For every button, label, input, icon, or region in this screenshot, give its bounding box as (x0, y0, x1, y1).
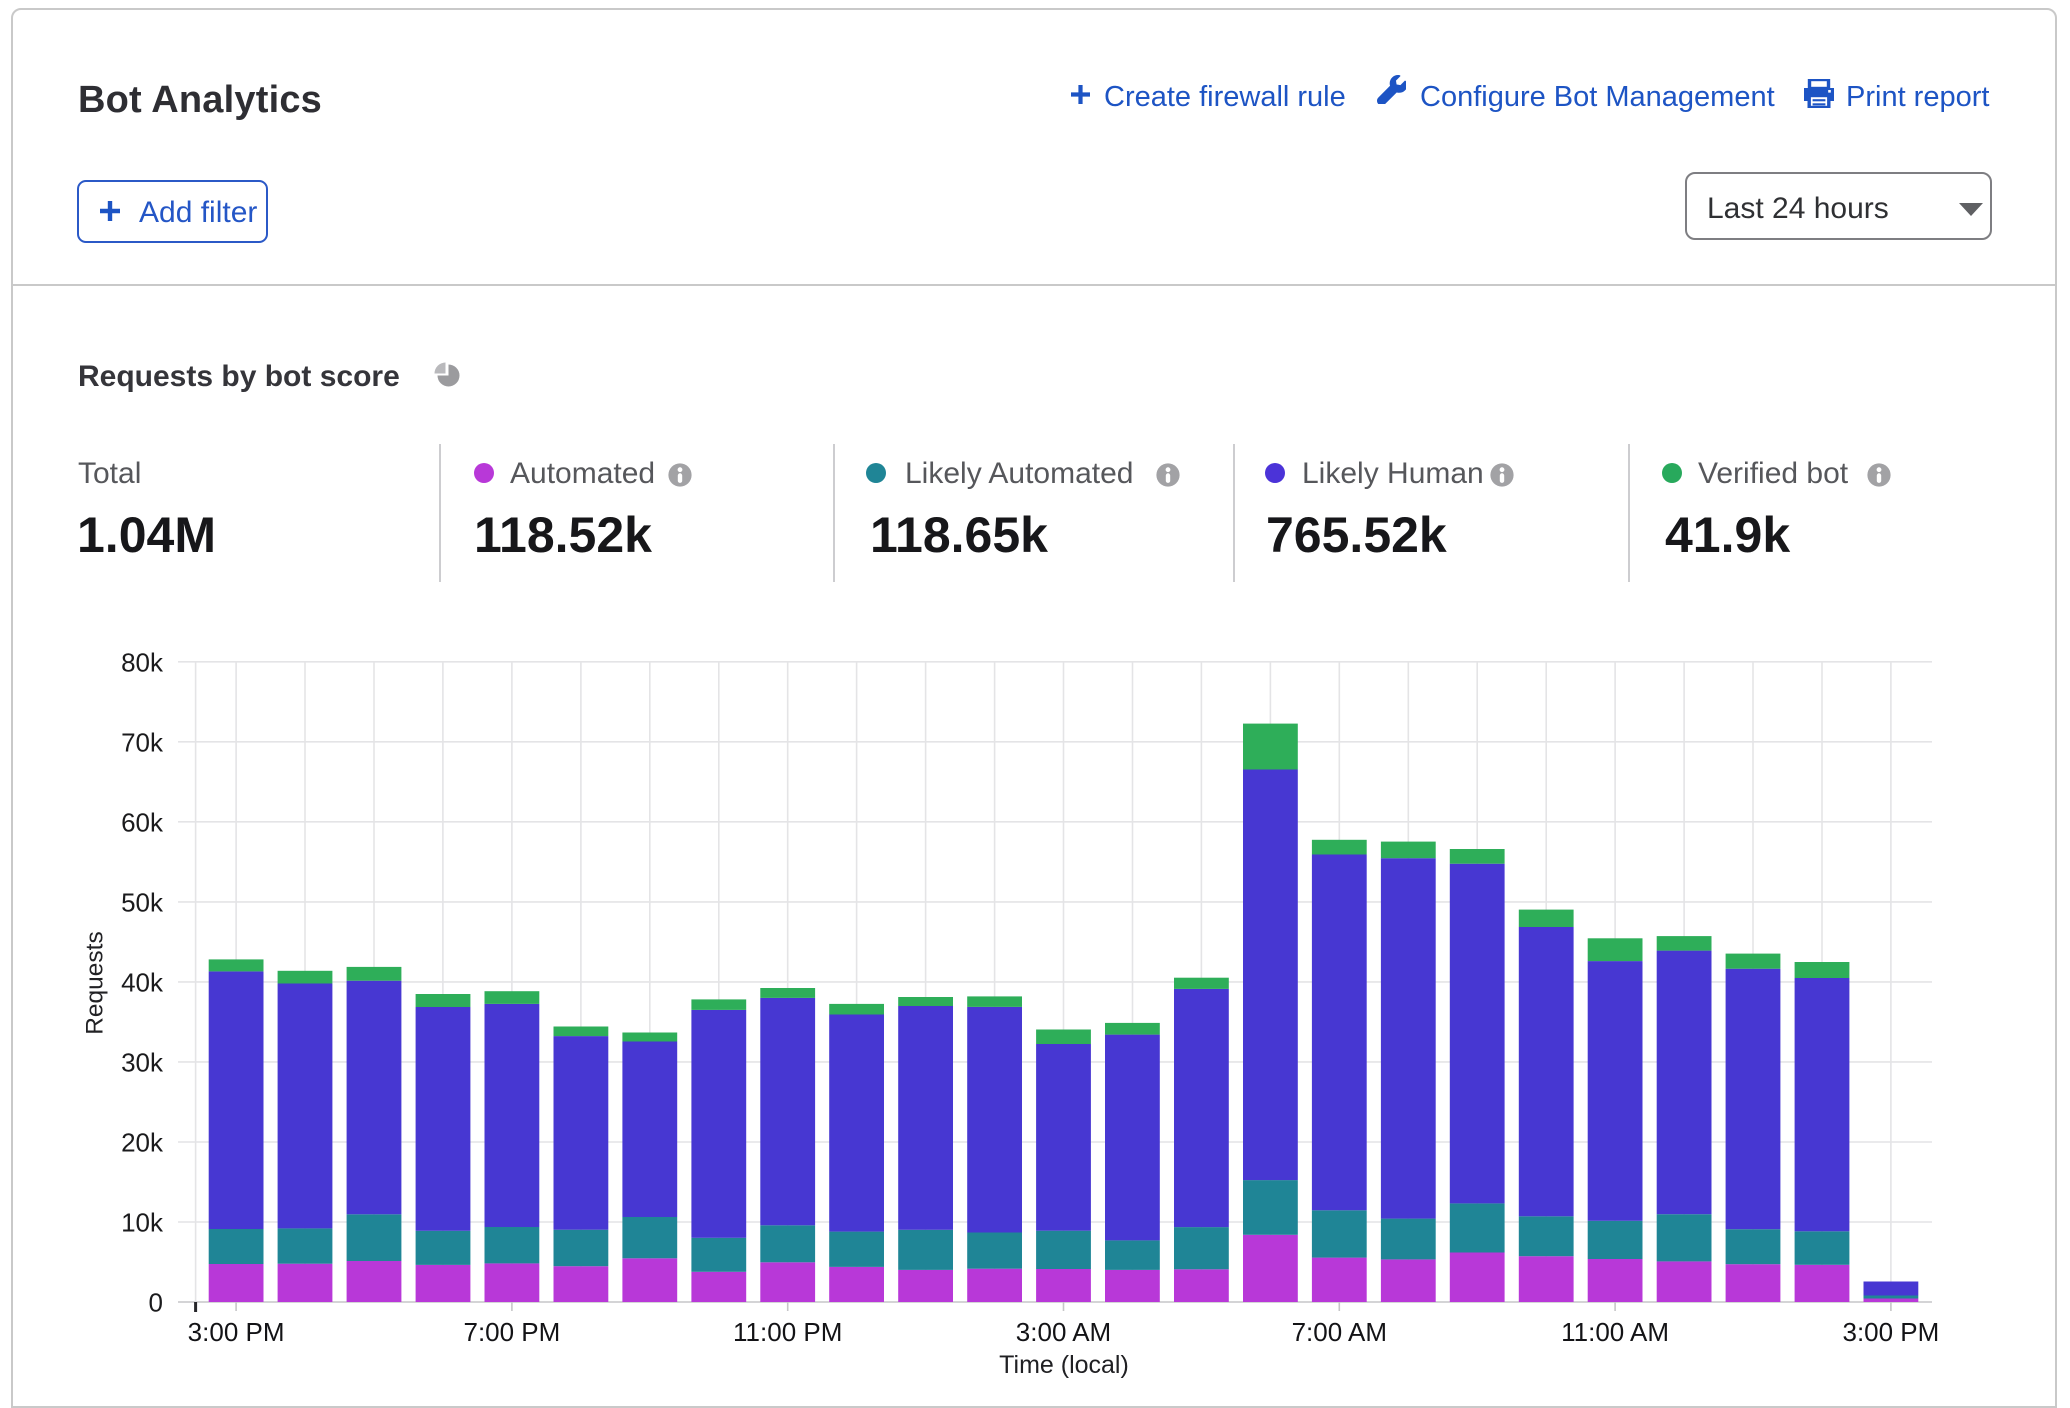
svg-text:50k: 50k (121, 887, 164, 917)
svg-text:0: 0 (149, 1288, 163, 1318)
svg-text:11:00 PM: 11:00 PM (733, 1317, 842, 1347)
svg-text:3:00 AM: 3:00 AM (1016, 1317, 1111, 1347)
svg-text:11:00 AM: 11:00 AM (1561, 1317, 1669, 1347)
svg-text:30k: 30k (121, 1047, 164, 1077)
svg-text:10k: 10k (121, 1208, 164, 1238)
svg-text:40k: 40k (121, 967, 164, 997)
svg-text:70k: 70k (121, 727, 164, 757)
svg-text:7:00 PM: 7:00 PM (463, 1317, 560, 1347)
svg-text:Requests: Requests (82, 931, 109, 1035)
svg-text:20k: 20k (121, 1128, 164, 1158)
svg-text:3:00 PM: 3:00 PM (188, 1317, 285, 1347)
svg-text:3:00 PM: 3:00 PM (1842, 1317, 1939, 1347)
svg-text:80k: 80k (121, 647, 164, 677)
svg-text:60k: 60k (121, 807, 164, 837)
svg-text:Time (local): Time (local) (999, 1351, 1129, 1379)
svg-text:7:00 AM: 7:00 AM (1292, 1317, 1387, 1347)
